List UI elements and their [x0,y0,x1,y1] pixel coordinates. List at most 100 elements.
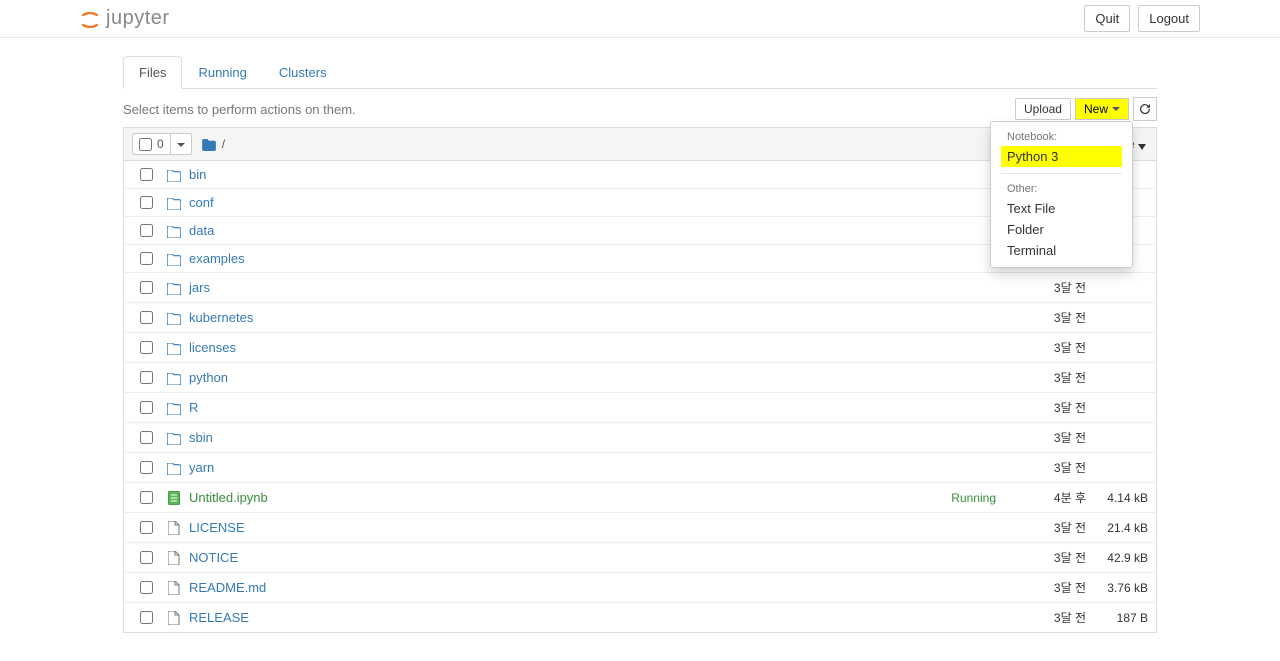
file-row: NOTICE3달 전42.9 kB [124,542,1156,572]
row-checkbox[interactable] [140,461,153,474]
item-modified: 3달 전 [1004,459,1086,476]
item-size: 21.4 kB [1086,521,1148,535]
row-checkbox[interactable] [140,551,153,564]
item-modified: 3달 전 [1004,309,1086,326]
dropdown-header-notebook: Notebook: [991,128,1132,146]
file-row: README.md3달 전3.76 kB [124,572,1156,602]
row-checkbox[interactable] [140,491,153,504]
file-row: licenses3달 전 [124,332,1156,362]
dropdown-item-textfile[interactable]: Text File [991,198,1132,219]
select-all-checkbox[interactable] [139,138,152,151]
item-name-link[interactable]: LICENSE [189,520,1004,535]
item-name-link[interactable]: R [189,400,1004,415]
jupyter-logo-icon [80,9,100,29]
item-modified: 3달 전 [1004,369,1086,386]
file-row: yarn3달 전 [124,452,1156,482]
file-icon [167,550,181,566]
folder-icon [167,400,181,415]
new-button-label: New [1084,102,1108,116]
file-row: kubernetes3달 전 [124,302,1156,332]
item-name-link[interactable]: README.md [189,580,1004,595]
folder-icon [167,370,181,385]
tab-files[interactable]: Files [123,56,182,89]
file-icon [167,610,181,626]
item-name-link[interactable]: licenses [189,340,1004,355]
row-checkbox[interactable] [140,252,153,265]
notebook-icon [167,490,181,506]
item-name-link[interactable]: python [189,370,1004,385]
logo-text: jupyter [106,7,170,30]
file-icon [167,520,181,536]
new-dropdown: Notebook: Python 3 Other: Text File Fold… [990,121,1133,268]
item-name-link[interactable]: bin [189,167,1004,182]
file-row: python3달 전 [124,362,1156,392]
item-name-link[interactable]: RELEASE [189,610,1004,625]
quit-button[interactable]: Quit [1084,5,1130,32]
row-checkbox[interactable] [140,311,153,324]
dropdown-item-folder[interactable]: Folder [991,219,1132,240]
file-row: Untitled.ipynbRunning 4분 후4.14 kB [124,482,1156,512]
upload-button[interactable]: Upload [1015,98,1071,120]
file-row: jars3달 전 [124,272,1156,302]
running-label: Running [951,491,996,505]
item-modified: 3달 전 [1004,339,1086,356]
row-checkbox[interactable] [140,224,153,237]
tab-clusters[interactable]: Clusters [263,56,343,89]
row-checkbox[interactable] [140,521,153,534]
dropdown-item-terminal[interactable]: Terminal [991,240,1132,261]
row-checkbox[interactable] [140,401,153,414]
refresh-button[interactable] [1133,97,1157,121]
item-name-link[interactable]: examples [189,251,1004,266]
item-size: 4.14 kB [1086,491,1148,505]
item-name-link[interactable]: NOTICE [189,550,1004,565]
row-checkbox[interactable] [140,196,153,209]
caret-down-icon [1112,107,1120,111]
item-name-link[interactable]: Untitled.ipynb [189,490,951,505]
row-checkbox[interactable] [140,611,153,624]
item-size: 187 B [1086,611,1148,625]
item-name-link[interactable]: kubernetes [189,310,1004,325]
logout-button[interactable]: Logout [1138,5,1200,32]
item-modified: 3달 전 [1004,609,1086,626]
dropdown-item-python3[interactable]: Python 3 [1001,146,1122,167]
breadcrumb-separator: / [222,137,225,151]
tab-running[interactable]: Running [182,56,262,89]
sort-arrow-icon [1138,137,1146,151]
file-icon [167,580,181,596]
item-modified: 4분 후 [1004,489,1086,506]
select-all-group[interactable]: 0 [132,133,192,155]
new-button[interactable]: New [1075,98,1129,120]
item-modified: 3달 전 [1004,399,1086,416]
toolbar-hint: Select items to perform actions on them. [123,102,356,117]
folder-icon [167,195,181,210]
row-checkbox[interactable] [140,168,153,181]
folder-icon [167,340,181,355]
item-modified: 3달 전 [1004,579,1086,596]
row-checkbox[interactable] [140,431,153,444]
main-tabs: Files Running Clusters [123,56,1157,89]
row-checkbox[interactable] [140,371,153,384]
file-row: LICENSE3달 전21.4 kB [124,512,1156,542]
folder-icon [167,167,181,182]
select-caret[interactable] [170,133,191,155]
row-checkbox[interactable] [140,581,153,594]
folder-icon [167,310,181,325]
row-checkbox[interactable] [140,341,153,354]
item-name-link[interactable]: sbin [189,430,1004,445]
breadcrumb-root-icon[interactable] [202,136,216,152]
jupyter-logo[interactable]: jupyter [80,7,170,30]
folder-icon [167,223,181,238]
item-name-link[interactable]: data [189,223,1004,238]
select-count: 0 [157,137,170,151]
item-name-link[interactable]: yarn [189,460,1004,475]
item-name-link[interactable]: conf [189,195,1004,210]
dropdown-header-other: Other: [991,180,1132,198]
item-size: 3.76 kB [1086,581,1148,595]
item-modified: 3달 전 [1004,429,1086,446]
folder-icon [167,251,181,266]
row-checkbox[interactable] [140,281,153,294]
item-name-link[interactable]: jars [189,280,1004,295]
item-size: 42.9 kB [1086,551,1148,565]
item-modified: 3달 전 [1004,279,1086,296]
folder-icon [167,460,181,475]
